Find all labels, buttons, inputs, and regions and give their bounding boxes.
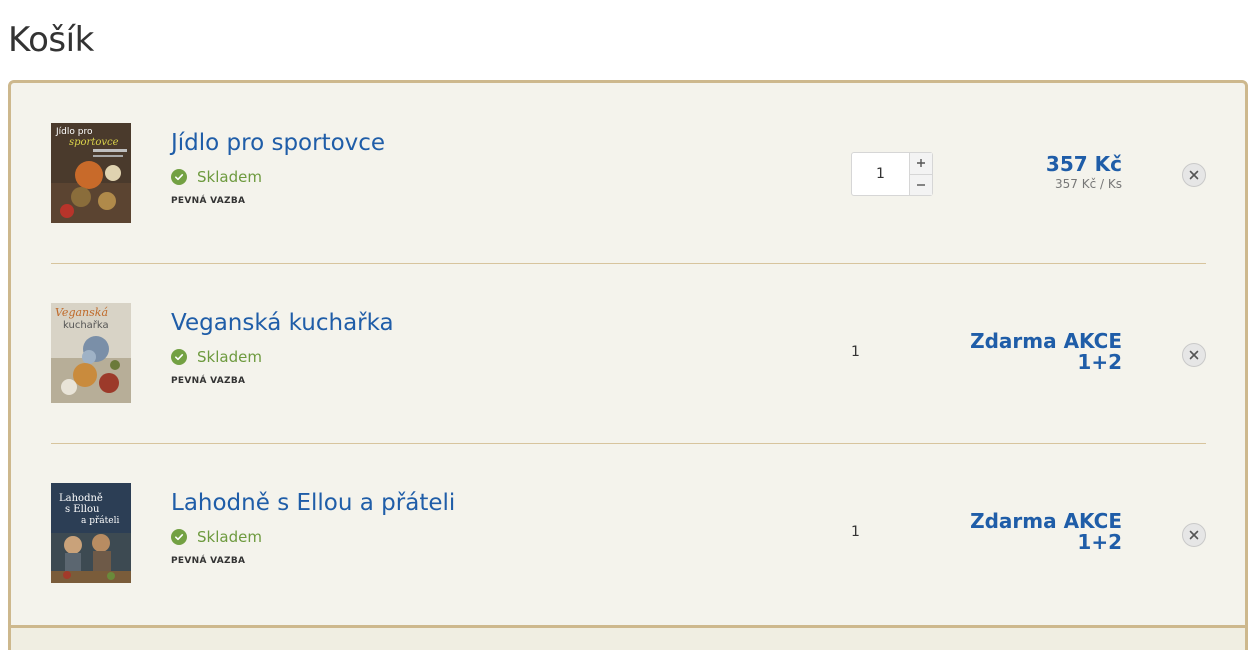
- cart-item: Lahodně s Ellou a přáteli Lahodně s Ello…: [51, 443, 1206, 623]
- cart-item: Veganská kuchařka Veganská kuchařka Skla…: [51, 263, 1206, 443]
- item-price: 357 Kč: [1045, 152, 1122, 176]
- quantity-value: 1: [851, 344, 860, 360]
- svg-text:Jídlo pro: Jídlo pro: [55, 127, 93, 137]
- svg-text:a přáteli: a přáteli: [81, 515, 119, 526]
- promo-label: Zdarma AKCE: [970, 509, 1122, 533]
- svg-text:Veganská: Veganská: [55, 306, 108, 319]
- remove-item-button[interactable]: [1182, 343, 1206, 367]
- product-title-link[interactable]: Lahodně s Ellou a přáteli: [171, 490, 455, 516]
- svg-text:s Ellou: s Ellou: [65, 504, 100, 515]
- quantity-value: 1: [851, 524, 860, 540]
- book-cover-image[interactable]: Lahodně s Ellou a přáteli: [51, 483, 131, 583]
- stock-status: Skladem: [171, 347, 262, 367]
- svg-text:kuchařka: kuchařka: [63, 319, 109, 331]
- promo-price: Zdarma AKCE 1+2: [922, 511, 1122, 553]
- product-title-link[interactable]: Jídlo pro sportovce: [171, 130, 385, 156]
- close-icon: [1189, 170, 1199, 180]
- remove-item-button[interactable]: [1182, 163, 1206, 187]
- promo-label: Zdarma AKCE: [970, 329, 1122, 353]
- book-cover-jidlo: Jídlo pro sportovce: [51, 123, 131, 223]
- promo-offer: 1+2: [1077, 350, 1122, 374]
- book-cover-veganska: Veganská kuchařka: [51, 303, 131, 403]
- book-cover-image[interactable]: Jídlo pro sportovce: [51, 123, 131, 223]
- svg-text:Lahodně: Lahodně: [59, 493, 103, 504]
- plus-icon: [917, 159, 925, 168]
- quantity-stepper[interactable]: 1: [851, 152, 933, 196]
- binding-label: PEVNÁ VAZBA: [171, 196, 246, 206]
- check-circle-icon: [171, 349, 187, 365]
- check-circle-icon: [171, 529, 187, 545]
- decrease-quantity-button[interactable]: [910, 173, 932, 195]
- quantity-input[interactable]: 1: [852, 153, 910, 195]
- binding-label: PEVNÁ VAZBA: [171, 556, 246, 566]
- cart-panel: Jídlo pro sportovce Jídlo pro sportovce …: [8, 80, 1248, 650]
- cart-summary-panel: [11, 625, 1245, 650]
- remove-item-button[interactable]: [1182, 523, 1206, 547]
- increase-quantity-button[interactable]: [910, 153, 932, 174]
- stock-status: Skladem: [171, 167, 262, 187]
- stock-label: Skladem: [197, 528, 262, 546]
- page-title: Košík: [8, 20, 94, 60]
- svg-text:sportovce: sportovce: [69, 137, 119, 148]
- minus-icon: [917, 184, 925, 186]
- promo-price: Zdarma AKCE 1+2: [922, 331, 1122, 373]
- stock-status: Skladem: [171, 527, 262, 547]
- product-title-link[interactable]: Veganská kuchařka: [171, 310, 394, 336]
- stock-label: Skladem: [197, 168, 262, 186]
- check-circle-icon: [171, 169, 187, 185]
- book-cover-image[interactable]: Veganská kuchařka: [51, 303, 131, 403]
- stock-label: Skladem: [197, 348, 262, 366]
- cart-item: Jídlo pro sportovce Jídlo pro sportovce …: [51, 83, 1206, 263]
- close-icon: [1189, 350, 1199, 360]
- close-icon: [1189, 530, 1199, 540]
- unit-price: 357 Kč / Ks: [1055, 177, 1122, 191]
- promo-offer: 1+2: [1077, 530, 1122, 554]
- book-cover-lahodne: Lahodně s Ellou a přáteli: [51, 483, 131, 583]
- binding-label: PEVNÁ VAZBA: [171, 376, 246, 386]
